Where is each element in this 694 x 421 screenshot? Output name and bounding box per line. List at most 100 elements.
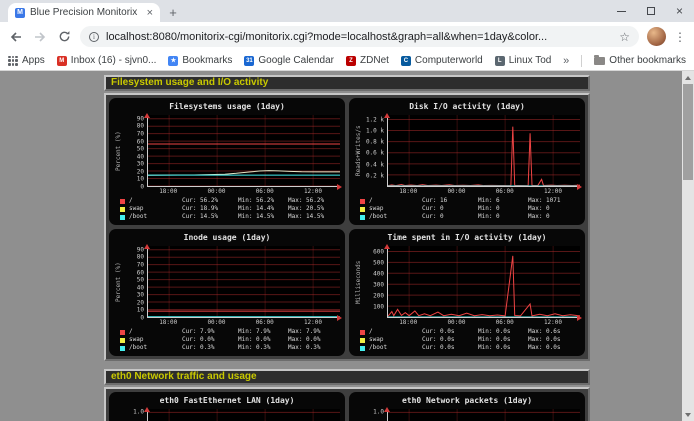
y-tick-label: 100 xyxy=(373,303,384,310)
plot-area xyxy=(147,115,340,187)
bookmark-item[interactable]: ZZDNet xyxy=(346,55,389,66)
back-icon xyxy=(9,30,23,44)
maximize-icon xyxy=(647,7,655,15)
legend-max-value: Max: 1071 xyxy=(528,197,580,205)
google-calendar-icon: 31 xyxy=(244,56,254,66)
graph-eth0-packets[interactable]: eth0 Network packets (1day) 1.00.8 18:00… xyxy=(349,392,585,421)
y-tick-label: 1.0 xyxy=(133,409,144,416)
reload-button[interactable] xyxy=(56,29,72,45)
folder-icon xyxy=(594,57,605,65)
window-minimize-button[interactable] xyxy=(607,0,636,22)
minimize-icon xyxy=(617,11,626,12)
legend-cur-value: Cur: 16 xyxy=(422,197,478,205)
window-close-button[interactable]: × xyxy=(665,0,694,22)
plot-area xyxy=(147,409,340,421)
x-axis-ticks: 18:0000:0006:0012:00 xyxy=(387,318,580,326)
legend-fs-name: /boot xyxy=(369,344,422,352)
x-axis-ticks: 18:0000:0006:0012:00 xyxy=(147,187,340,195)
window-maximize-button[interactable] xyxy=(636,0,665,22)
graph-legend: /Cur: 7.9%Min: 7.9%Max: 7.9%swapCur: 0.0… xyxy=(120,328,340,352)
legend-row: swapCur: 0.0sMin: 0.0sMax: 0.0s xyxy=(360,336,580,344)
graph-filesystems-usage[interactable]: Filesystems usage (1day) Percent (%) 010… xyxy=(109,98,345,225)
bookmark-label: Bookmarks xyxy=(182,55,232,66)
new-tab-button[interactable]: + xyxy=(160,3,186,22)
x-tick-label: 18:00 xyxy=(399,188,417,195)
x-axis-ticks: 18:0000:0006:0012:00 xyxy=(387,187,580,195)
graph-disk-io-activity[interactable]: Disk I/O activity (1day) Reads+Writes/s … xyxy=(349,98,585,225)
browser-tab[interactable]: M Blue Precision Monitorix × xyxy=(8,3,160,22)
y-tick-label: 300 xyxy=(373,281,384,288)
legend-color-swatch xyxy=(360,207,365,212)
forward-button[interactable] xyxy=(32,29,48,45)
legend-row: /Cur: 7.9%Min: 7.9%Max: 7.9% xyxy=(120,328,340,336)
y-tick-label: 60 xyxy=(137,138,144,145)
legend-cur-value: Cur: 0.0s xyxy=(422,336,478,344)
y-tick-label: 80 xyxy=(137,254,144,261)
x-tick-label: 00:00 xyxy=(207,188,225,195)
profile-avatar[interactable] xyxy=(647,27,666,46)
address-bar[interactable]: i localhost:8080/monitorix-cgi/monitorix… xyxy=(80,26,639,47)
page-info-icon[interactable]: i xyxy=(89,32,99,42)
graph-eth0-traffic[interactable]: eth0 FastEthernet LAN (1day) 1.00.8 18:0… xyxy=(109,392,345,421)
back-button[interactable] xyxy=(8,29,24,45)
bookmark-item[interactable]: LLinux Today xyxy=(495,55,551,66)
apps-shortcut[interactable]: Apps xyxy=(8,55,45,66)
legend-fs-name: swap xyxy=(129,205,182,213)
legend-color-swatch xyxy=(360,346,365,351)
y-tick-label: 200 xyxy=(373,292,384,299)
y-tick-label: 1.0 xyxy=(373,409,384,416)
legend-fs-name: swap xyxy=(369,336,422,344)
legend-cur-value: Cur: 0 xyxy=(422,213,478,221)
graph-time-spent-io[interactable]: Time spent in I/O activity (1day) Millis… xyxy=(349,229,585,356)
tab-close-icon[interactable]: × xyxy=(147,7,153,19)
bookmark-item[interactable]: CComputerworld xyxy=(401,55,483,66)
legend-max-value: Max: 0.0% xyxy=(288,336,340,344)
graph-inode-usage[interactable]: Inode usage (1day) Percent (%) 010203040… xyxy=(109,229,345,356)
y-tick-label: 90 xyxy=(137,115,144,122)
x-tick-label: 18:00 xyxy=(159,319,177,326)
x-tick-label: 00:00 xyxy=(207,319,225,326)
url-text[interactable]: localhost:8080/monitorix-cgi/monitorix.c… xyxy=(106,31,612,43)
y-tick-label: 20 xyxy=(137,299,144,306)
y-axis-ticks: 0102030405060708090 xyxy=(123,246,147,318)
scroll-down-icon[interactable] xyxy=(682,409,694,421)
forward-icon xyxy=(33,30,47,44)
y-tick-label: 50 xyxy=(137,146,144,153)
page-viewport: Filesystem usage and I/O activity Filesy… xyxy=(0,71,694,421)
x-tick-label: 12:00 xyxy=(304,319,322,326)
bookmark-label: Linux Today xyxy=(509,55,551,66)
y-tick-label: 500 xyxy=(373,259,384,266)
legend-min-value: Min: 0.0s xyxy=(478,344,528,352)
bookmarks-icon: ★ xyxy=(168,56,178,66)
y-tick-label: 40 xyxy=(137,153,144,160)
x-tick-label: 06:00 xyxy=(256,319,274,326)
bookmark-item[interactable]: MInbox (16) - sjvn0... xyxy=(57,55,157,66)
bookmark-item[interactable]: ★ Bookmarks xyxy=(168,55,232,66)
bookmark-label: ZDNet xyxy=(360,55,389,66)
y-tick-label: 10 xyxy=(137,307,144,314)
bookmark-item[interactable]: 31Google Calendar xyxy=(244,55,334,66)
legend-cur-value: Cur: 0 xyxy=(422,205,478,213)
monitorix-page: Filesystem usage and I/O activity Filesy… xyxy=(104,75,590,421)
bookmark-star-icon[interactable]: ☆ xyxy=(619,31,630,43)
monitorix-favicon-icon: M xyxy=(15,8,25,18)
y-axis-label: Milliseconds xyxy=(354,246,363,318)
bookmarks-items: MInbox (16) - sjvn0... ★ Bookmarks 31Google… xyxy=(57,55,551,66)
scroll-up-icon[interactable] xyxy=(682,71,694,83)
legend-cur-value: Cur: 0.0% xyxy=(182,336,238,344)
other-bookmarks-button[interactable]: Other bookmarks xyxy=(594,55,686,66)
legend-fs-name: /boot xyxy=(129,344,182,352)
browser-menu-icon[interactable]: ⋮ xyxy=(674,30,686,44)
scrollbar-thumb[interactable] xyxy=(683,84,693,180)
legend-min-value: Min: 0 xyxy=(478,205,528,213)
y-tick-label: 70 xyxy=(137,261,144,268)
legend-row: /bootCur: 0.3%Min: 0.3%Max: 0.3% xyxy=(120,344,340,352)
page-scrollbar[interactable] xyxy=(682,71,694,421)
y-tick-label: 30 xyxy=(137,161,144,168)
plot-area xyxy=(387,409,580,421)
legend-min-value: Min: 6 xyxy=(478,197,528,205)
y-tick-label: 1.2 k xyxy=(366,116,384,123)
legend-cur-value: Cur: 14.5% xyxy=(182,213,238,221)
bookmarks-overflow-icon[interactable]: » xyxy=(563,55,569,67)
legend-color-swatch xyxy=(120,215,125,220)
